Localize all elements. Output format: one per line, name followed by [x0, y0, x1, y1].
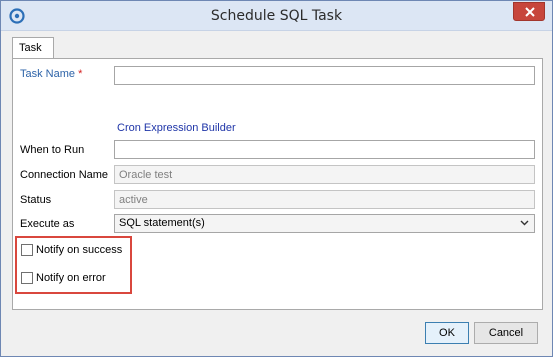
task-name-label-text: Task Name [20, 68, 76, 80]
execute-as-value: SQL statement(s) [119, 217, 205, 229]
when-to-run-input[interactable] [114, 140, 535, 159]
close-icon [525, 7, 535, 17]
connection-name-input [114, 165, 535, 184]
execute-as-select[interactable]: SQL statement(s) [114, 214, 535, 233]
title-bar: Schedule SQL Task [1, 1, 552, 31]
connection-name-label: Connection Name [20, 169, 109, 181]
cancel-button[interactable]: Cancel [474, 322, 538, 344]
task-name-input[interactable] [114, 66, 535, 85]
task-name-label: Task Name * [20, 68, 82, 80]
notify-error-label: Notify on error [36, 272, 106, 284]
notify-error-checkbox[interactable] [21, 272, 33, 284]
tab-task[interactable]: Task [12, 37, 54, 59]
close-button[interactable] [513, 2, 545, 21]
dialog-window: Schedule SQL Task Task Task Name * Cron … [0, 0, 553, 357]
ok-button[interactable]: OK [425, 322, 469, 344]
task-panel: Task Name * Cron Expression Builder When… [12, 58, 543, 310]
dialog-content: Task Task Name * Cron Expression Builder… [7, 32, 546, 352]
notify-success-row[interactable]: Notify on success [21, 244, 122, 256]
when-to-run-label: When to Run [20, 144, 85, 156]
cron-expression-builder-link[interactable]: Cron Expression Builder [117, 122, 236, 134]
status-input [114, 190, 535, 209]
notify-success-checkbox[interactable] [21, 244, 33, 256]
chevron-down-icon [520, 220, 529, 226]
notify-error-row[interactable]: Notify on error [21, 272, 106, 284]
required-marker: * [78, 68, 83, 80]
status-label: Status [20, 194, 52, 206]
window-title: Schedule SQL Task [210, 8, 343, 24]
execute-as-label: Execute as [20, 218, 75, 230]
notify-success-label: Notify on success [36, 244, 123, 256]
